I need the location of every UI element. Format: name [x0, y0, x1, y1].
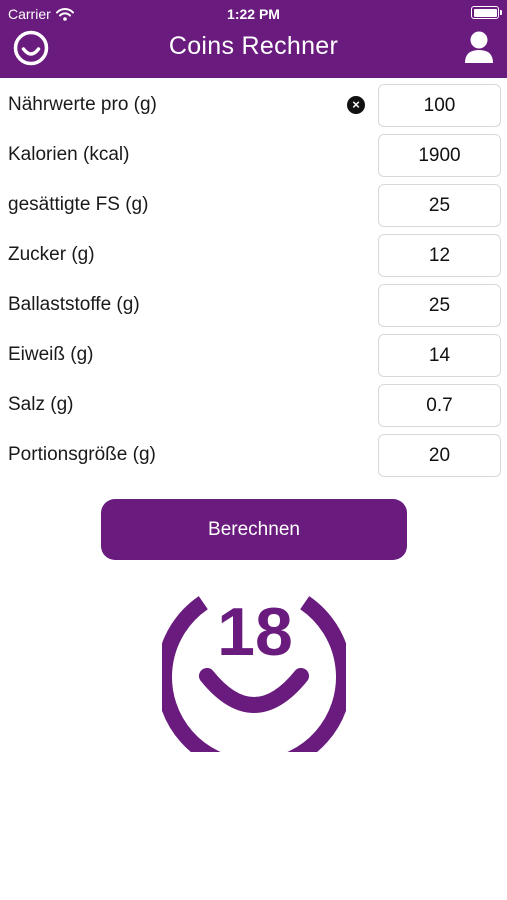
naehrwerte-input[interactable]	[378, 84, 501, 127]
clear-circle-icon[interactable]: ×	[347, 96, 365, 114]
nutrition-form: Nährwerte pro (g) × Kalorien (kcal) gesä…	[0, 84, 507, 484]
row-label: Eiweiß (g)	[8, 344, 94, 365]
salz-input[interactable]	[378, 384, 501, 427]
kalorien-input[interactable]	[378, 134, 501, 177]
form-row-salz: Salz (g)	[0, 384, 507, 434]
row-label: Ballaststoffe (g)	[8, 294, 140, 315]
page-title: Coins Rechner	[168, 32, 339, 60]
result-smiley-logo: 18	[162, 594, 346, 752]
row-label: Kalorien (kcal)	[8, 144, 130, 165]
eiweiss-input[interactable]	[378, 334, 501, 377]
calculate-button[interactable]: Berechnen	[101, 499, 407, 560]
row-label: gesättigte FS (g)	[8, 194, 149, 215]
zucker-input[interactable]	[378, 234, 501, 277]
row-label: Salz (g)	[8, 394, 74, 415]
result-value: 18	[217, 594, 293, 670]
form-row-eiweiss: Eiweiß (g)	[0, 334, 507, 384]
form-row-portionsgroesse: Portionsgröße (g)	[0, 434, 507, 484]
form-row-kalorien: Kalorien (kcal)	[0, 134, 507, 184]
form-row-gesaettigte-fs: gesättigte FS (g)	[0, 184, 507, 234]
status-time: 1:22 PM	[227, 6, 280, 22]
row-label: Zucker (g)	[8, 244, 95, 265]
portionsgroesse-input[interactable]	[378, 434, 501, 477]
row-label: Nährwerte pro (g)	[8, 94, 157, 115]
form-row-naehrwerte: Nährwerte pro (g) ×	[0, 84, 507, 134]
row-label: Portionsgröße (g)	[8, 444, 156, 465]
battery-icon	[471, 6, 502, 19]
status-bar: Carrier 1:22 PM	[0, 0, 507, 28]
app-header: Carrier 1:22 PM Coins Rechner	[0, 0, 507, 78]
gesaettigte-fs-input[interactable]	[378, 184, 501, 227]
ballaststoffe-input[interactable]	[378, 284, 501, 327]
battery-level-fill	[473, 8, 497, 17]
form-row-zucker: Zucker (g)	[0, 234, 507, 284]
form-row-ballaststoffe: Ballaststoffe (g)	[0, 284, 507, 334]
user-profile-icon[interactable]	[464, 30, 494, 64]
